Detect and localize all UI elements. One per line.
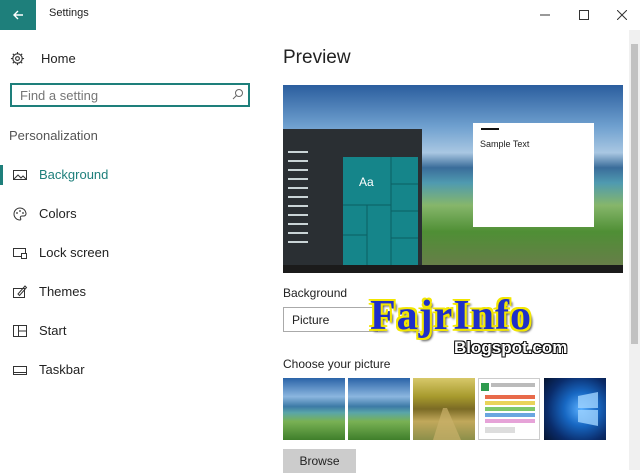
sidebar-item-label: Themes [39, 284, 86, 299]
start-icon [13, 325, 27, 337]
sidebar-item-start[interactable]: Start [0, 318, 268, 344]
section-title: Personalization [9, 128, 98, 143]
sidebar-item-themes[interactable]: Themes [0, 279, 268, 305]
preview-sample-window: Sample Text [473, 123, 594, 227]
back-button[interactable] [0, 0, 36, 30]
minimize-icon [540, 14, 550, 16]
sidebar-item-label: Lock screen [39, 245, 110, 260]
minimize-button[interactable] [523, 0, 567, 30]
picture-icon [13, 170, 27, 180]
preview-tiles: Aa [343, 157, 418, 265]
spreadsheet-detail [481, 383, 535, 433]
sidebar-item-colors[interactable]: Colors [0, 201, 268, 227]
gear-icon [10, 51, 25, 65]
maximize-icon [579, 10, 589, 20]
sidebar-item-label: Start [39, 323, 67, 338]
picture-thumbnail[interactable] [478, 378, 540, 440]
windows-logo-detail [578, 392, 598, 426]
themes-icon [13, 285, 28, 298]
watermark-subtitle: Blogspot.com [454, 338, 568, 357]
search-box[interactable] [10, 83, 250, 107]
active-indicator [0, 165, 3, 185]
autumn-path-detail [433, 408, 461, 440]
sidebar-item-label: Taskbar [39, 362, 85, 377]
tile-grid-lines [343, 157, 418, 265]
watermark-logo: FajrInfo Blogspot.com [370, 294, 622, 366]
palette-icon [13, 207, 27, 221]
background-preview: Aa Sample Text [283, 85, 623, 273]
sidebar-item-label: Background [39, 167, 109, 182]
background-dropdown[interactable]: Picture [283, 307, 378, 332]
home-label: Home [41, 50, 76, 66]
taskbar-icon [13, 366, 27, 375]
sidebar-item-lock-screen[interactable]: Lock screen [0, 240, 268, 266]
browse-button[interactable]: Browse [283, 449, 356, 473]
back-arrow-icon [13, 10, 23, 20]
sidebar-item-label: Colors [39, 206, 77, 221]
scrollbar-thumb[interactable] [631, 44, 638, 344]
close-icon [617, 10, 627, 20]
preview-taskbar [283, 265, 623, 273]
picture-thumbnail[interactable] [413, 378, 475, 440]
watermark-title: FajrInfo [370, 293, 532, 339]
picture-thumbnail[interactable] [283, 378, 345, 440]
sidebar-item-taskbar[interactable]: Taskbar [0, 357, 268, 383]
picture-thumbnail[interactable] [348, 378, 410, 440]
sample-title-line [481, 128, 499, 130]
close-button[interactable] [600, 0, 640, 30]
preview-app-list [288, 151, 310, 250]
preview-start-menu: Aa [283, 129, 422, 265]
sidebar-item-background[interactable]: Background [0, 162, 268, 188]
home-nav-item[interactable]: Home [10, 48, 76, 68]
picture-thumbnail[interactable] [544, 378, 606, 440]
background-label: Background [283, 286, 348, 300]
search-icon[interactable] [232, 88, 244, 100]
scrollbar[interactable] [629, 30, 640, 470]
search-input[interactable] [20, 88, 225, 103]
lock-screen-icon [13, 248, 27, 259]
sidebar: Home Personalization Background Colors L… [0, 30, 268, 470]
background-dropdown-value: Picture [292, 313, 330, 327]
preview-sample-text: Sample Text [480, 139, 530, 149]
title-bar: Settings [0, 0, 640, 30]
page-title: Preview [283, 47, 351, 68]
window-title: Settings [49, 7, 89, 19]
